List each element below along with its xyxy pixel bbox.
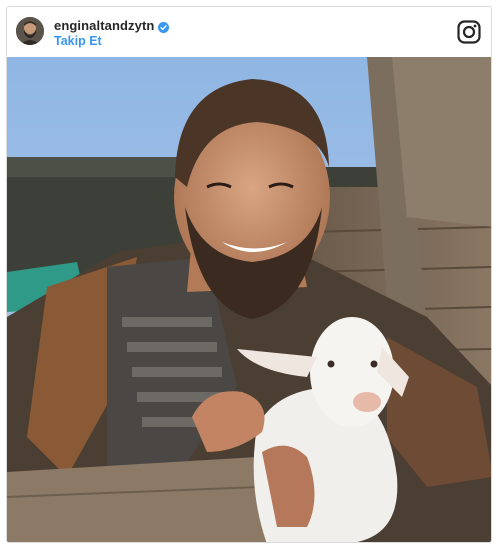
- post-photo[interactable]: [7, 57, 491, 542]
- photo-man-with-goat: [7, 57, 491, 542]
- follow-button[interactable]: Takip Et: [54, 34, 102, 48]
- instagram-embed-card: enginaltandzytn Takip Et: [6, 6, 492, 543]
- username-row: enginaltandzytn: [54, 18, 170, 33]
- username[interactable]: enginaltandzytn: [54, 18, 154, 33]
- avatar-image: [16, 17, 44, 45]
- avatar[interactable]: [16, 17, 44, 45]
- instagram-icon[interactable]: [457, 20, 481, 44]
- verified-badge-icon: [158, 20, 170, 33]
- post-header: enginaltandzytn Takip Et: [7, 7, 491, 57]
